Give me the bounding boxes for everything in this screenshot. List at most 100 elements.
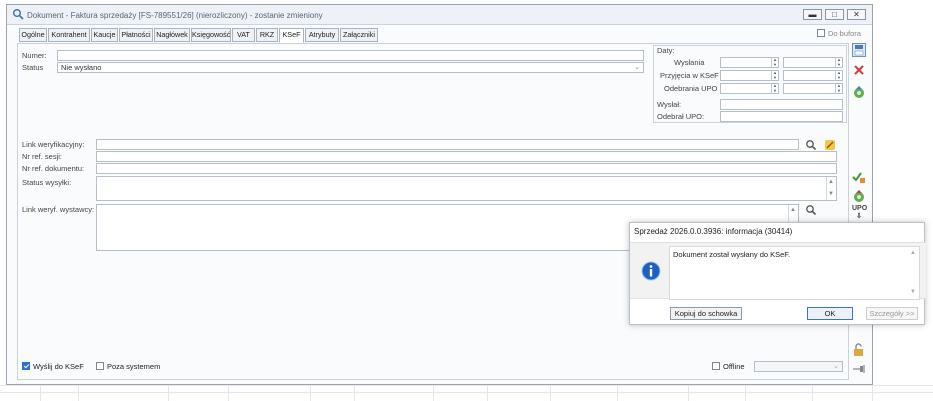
spin-arrows-icon[interactable]: ▲ ▼ [771, 70, 778, 80]
do-bufora-box[interactable] [817, 29, 825, 37]
status-select[interactable]: Nie wysłano ⌄ [57, 62, 644, 73]
daty-group: Daty: Wysłania ▲ ▼ ▲ ▼ Przyjęcia w KSeF ▲ ▼… [653, 45, 847, 123]
spin-arrows-icon[interactable]: ▲ ▼ [771, 57, 778, 67]
close-icon: ✕ [853, 10, 860, 19]
daty-przyjecia-time[interactable]: ▲ ▼ [783, 70, 843, 81]
tab-ksiegowosc[interactable]: Księgowość [191, 28, 231, 42]
search-icon[interactable] [805, 204, 817, 216]
spin-arrows-icon[interactable]: ▲ ▼ [771, 83, 778, 93]
window-title: Dokument - Faktura sprzedaży [FS-789551/… [27, 11, 323, 20]
ksef-send-icon[interactable] [852, 85, 866, 99]
numer-label: Numer: [22, 51, 47, 60]
daty-wyslania-date[interactable]: ▲ ▼ [720, 57, 779, 68]
tab-naglowek[interactable]: Nagłówek [154, 28, 190, 42]
wyslal-label: Wysłał: [657, 100, 682, 109]
minimize-icon: ▬ [808, 10, 817, 19]
approve-edit-icon[interactable] [852, 170, 866, 184]
info-dialog: Sprzedaż 2026.0.0.3936: informacja (3041… [629, 222, 926, 325]
scroll-up-icon[interactable]: ▲ [910, 250, 916, 256]
tab-platnosci[interactable]: Płatności [119, 28, 153, 42]
nr-ref-sesji-field[interactable] [96, 151, 837, 162]
offline-select[interactable]: ⌄ [754, 361, 843, 372]
details-button[interactable]: Szczegóły >> [866, 307, 918, 320]
daty-przyjecia-label: Przyjęcia w KSeF [660, 71, 719, 80]
document-window: Dokument - Faktura sprzedaży [FS-789551/… [6, 4, 873, 385]
minimize-button[interactable]: ▬ [803, 9, 822, 20]
tab-ksef[interactable]: KSeF [279, 28, 304, 43]
tab-kontrahent[interactable]: Kontrahent [48, 28, 90, 42]
ksef-status-icon[interactable] [852, 189, 866, 203]
ok-button[interactable]: OK [807, 307, 853, 320]
daty-odebrania-time[interactable]: ▲ ▼ [783, 83, 843, 94]
title-bar: Dokument - Faktura sprzedaży [FS-789551/… [7, 5, 872, 25]
spin-arrows-icon[interactable]: ▲ ▼ [835, 57, 842, 67]
close-button[interactable]: ✕ [847, 9, 866, 20]
offline-checkbox[interactable]: Offline [712, 362, 745, 371]
save-icon[interactable] [852, 43, 866, 57]
daty-title: Daty: [657, 46, 675, 55]
tab-atrybuty[interactable]: Atrybuty [305, 28, 339, 42]
offline-label: Offline [723, 362, 745, 371]
daty-odebrania-label: Odebrania UPO [664, 84, 718, 93]
nr-ref-dokumentu-label: Nr ref. dokumentu: [22, 164, 85, 173]
status-wysylki-label: Status wysyłki: [22, 178, 72, 187]
poza-systemem-checkbox[interactable]: Poza systemem [96, 362, 160, 371]
do-bufora-label: Do bufora [828, 29, 861, 38]
pin-icon[interactable] [852, 362, 866, 376]
wyslal-field[interactable] [720, 99, 843, 110]
daty-przyjecia-date[interactable]: ▲ ▼ [720, 70, 779, 81]
offline-box[interactable] [712, 362, 720, 370]
tab-vat[interactable]: VAT [232, 28, 255, 42]
odebral-upo-field[interactable] [720, 111, 843, 122]
spin-arrows-icon[interactable]: ▲ ▼ [835, 83, 842, 93]
message-scrollbar[interactable]: ▲ ▼ [909, 247, 919, 299]
chevron-down-icon: ⌄ [634, 64, 640, 71]
copy-to-clipboard-button[interactable]: Kopiuj do schowka [670, 307, 742, 320]
upo-label: UPO [852, 205, 868, 212]
daty-odebrania-date[interactable]: ▲ ▼ [720, 83, 779, 94]
link-weryfikacyjny-label: Link weryfikacyjny: [22, 140, 85, 149]
poza-systemem-box[interactable] [96, 362, 104, 370]
daty-wyslania-time[interactable]: ▲ ▼ [783, 57, 843, 68]
tab-kaucje[interactable]: Kaucje [91, 28, 118, 42]
scroll-down-icon[interactable]: ▼ [910, 289, 916, 295]
status-wysylki-field[interactable]: ▲ ▼ [96, 176, 837, 201]
chevron-down-icon: ⌄ [833, 363, 839, 370]
dialog-message: Dokument został wysłany do KSeF. [673, 250, 791, 259]
scroll-down-icon[interactable]: ▼ [828, 190, 834, 199]
scroll-up-icon[interactable]: ▲ [790, 206, 796, 215]
nr-ref-sesji-label: Nr ref. sesji: [22, 152, 63, 161]
upo-download-icon[interactable]: UPO ⇩ [852, 205, 868, 220]
poza-systemem-label: Poza systemem [107, 362, 161, 371]
document-search-icon [13, 9, 24, 20]
numer-field[interactable] [57, 50, 644, 61]
dialog-title: Sprzedaż 2026.0.0.3936: informacja (3041… [634, 227, 793, 236]
scroll-up-icon[interactable]: ▲ [828, 178, 834, 187]
info-icon [641, 261, 661, 281]
odebral-upo-label: Odebrał UPO: [657, 112, 705, 121]
maximize-button[interactable]: □ [825, 9, 844, 20]
nr-ref-dokumentu-field[interactable] [96, 163, 837, 174]
tab-ogolne[interactable]: Ogólne [19, 28, 47, 42]
tab-rkz[interactable]: RKZ [256, 28, 278, 42]
status-value: Nie wysłano [61, 63, 102, 72]
maximize-icon: □ [832, 10, 837, 19]
message-box: Dokument został wysłany do KSeF. ▲ ▼ [669, 246, 920, 300]
wyslij-do-ksef-label: Wyślij do KSeF [33, 362, 84, 371]
tab-zalaczniki[interactable]: Załączniki [340, 28, 378, 42]
daty-wyslania-label: Wysłania [674, 58, 705, 67]
unlock-icon[interactable] [852, 343, 866, 357]
wyslij-do-ksef-checkbox[interactable]: Wyślij do KSeF [22, 362, 84, 371]
status-label: Status [22, 63, 44, 72]
link-weryf-wystawcy-label: Link weryf. wystawcy: [22, 205, 95, 214]
edit-link-icon[interactable] [824, 139, 836, 151]
cancel-icon[interactable] [852, 63, 866, 77]
do-bufora-checkbox[interactable]: Do bufora [817, 29, 861, 38]
dialog-body: Dokument został wysłany do KSeF. ▲ ▼ [630, 242, 926, 300]
wyslij-do-ksef-box[interactable] [22, 362, 30, 370]
arrow-down-icon: ⇩ [856, 213, 862, 220]
search-icon[interactable] [805, 139, 817, 151]
spin-arrows-icon[interactable]: ▲ ▼ [835, 70, 842, 80]
link-weryfikacyjny-field[interactable] [96, 139, 799, 150]
status-wysylki-scrollbar[interactable]: ▲ ▼ [826, 177, 836, 200]
